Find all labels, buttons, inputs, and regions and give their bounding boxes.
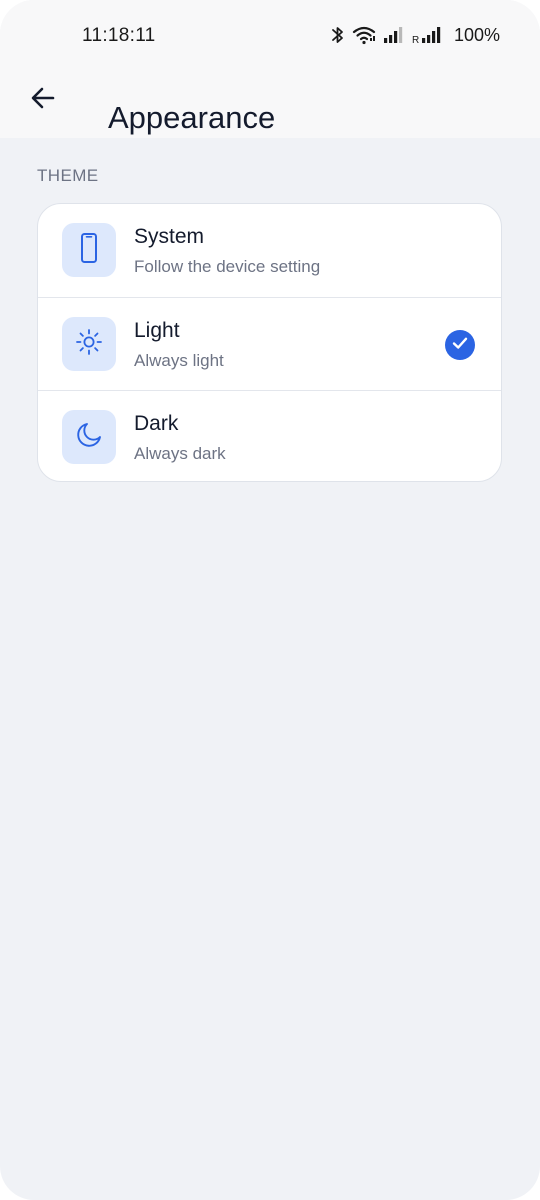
signal-icon [383,26,405,44]
option-title: System [134,225,205,248]
status-time: 11:18:11 [82,25,156,46]
page-title: Appearance [108,99,276,135]
phone-icon [76,232,102,269]
option-subtitle: Always dark [134,444,226,463]
option-subtitle: Follow the device setting [134,257,321,276]
option-title: Dark [134,412,179,435]
theme-option-system[interactable]: System Follow the device setting [38,204,501,297]
bluetooth-icon [331,25,345,45]
checkmark-icon [451,334,469,357]
option-subtitle: Always light [134,351,224,370]
arrow-left-icon [29,84,57,117]
moon-icon [74,420,104,455]
theme-options-card: System Follow the device setting Light A… [37,203,502,482]
app-bar: Appearance [0,70,540,138]
theme-option-dark[interactable]: Dark Always dark [38,390,501,481]
screen: 11:18:11 R 100% Appearance THEME System … [0,0,540,1200]
roaming-signal-icon: R [412,26,444,44]
status-icons: R 100% [331,22,500,48]
status-bar: 11:18:11 R 100% [0,0,540,70]
option-icon-container [62,410,116,464]
wifi-icon [352,25,376,45]
sun-icon [74,327,104,362]
battery-percentage: 100% [453,24,500,45]
selected-check [445,330,475,360]
back-button[interactable] [24,81,62,119]
option-icon-container [62,317,116,371]
theme-option-light[interactable]: Light Always light [38,297,501,390]
roaming-label: R [412,35,419,44]
option-title: Light [134,319,180,342]
option-icon-container [62,223,116,277]
theme-section-label: THEME [37,166,99,185]
